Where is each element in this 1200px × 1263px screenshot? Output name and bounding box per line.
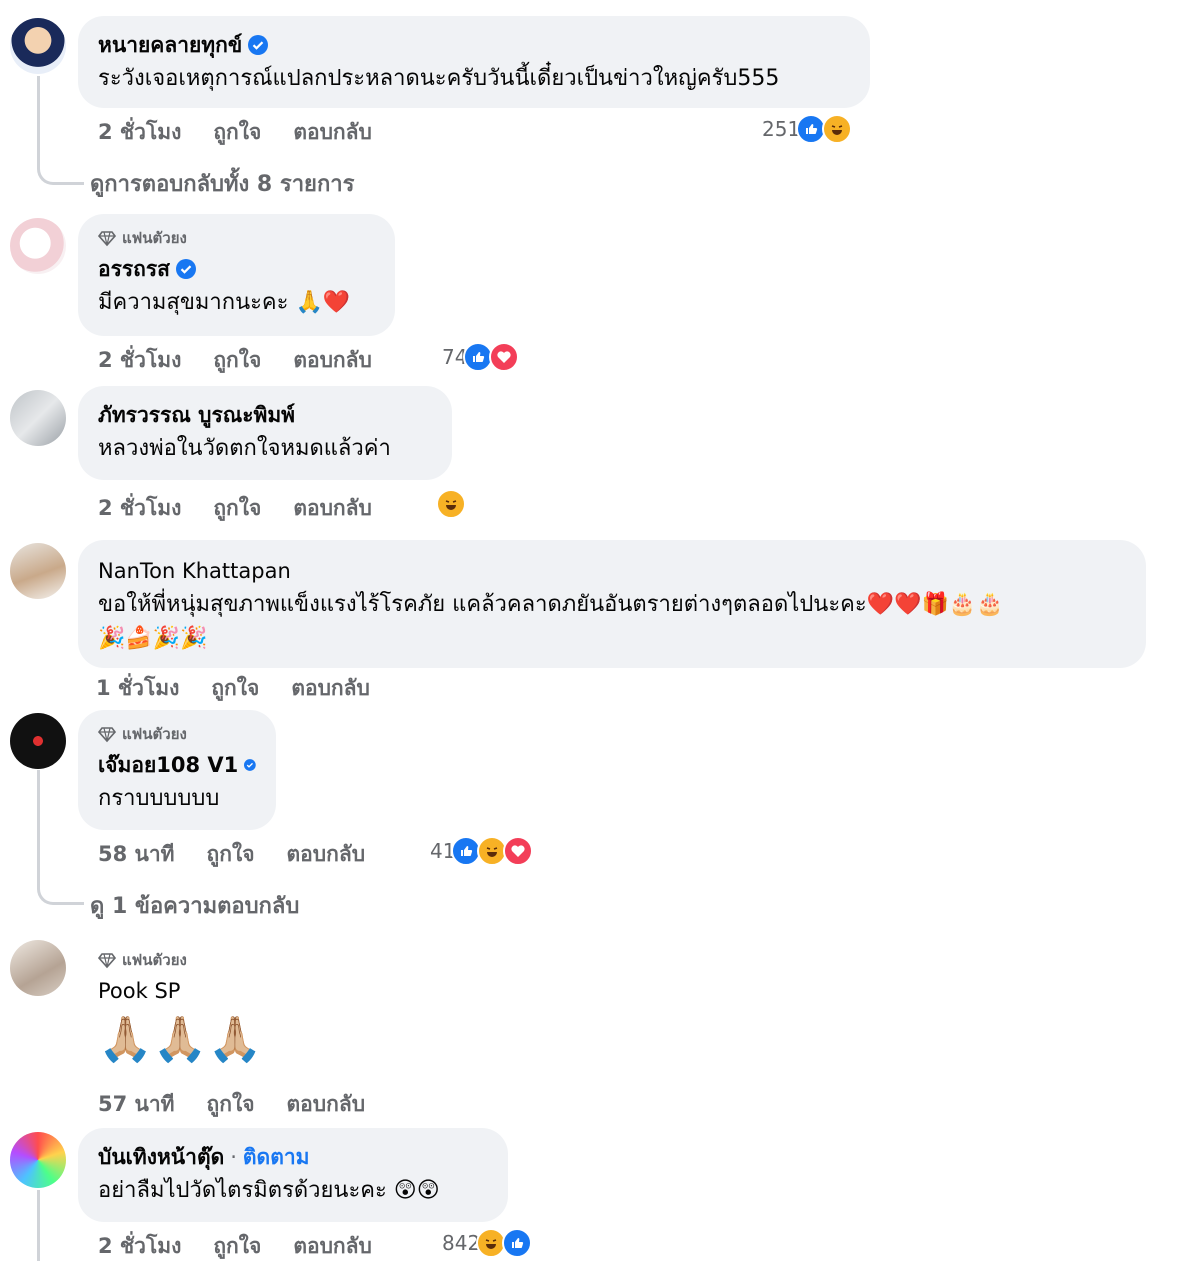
comment-actions: 2 ชั่วโมง ถูกใจ ตอบกลับ [98, 116, 372, 149]
like-button[interactable]: ถูกใจ [211, 672, 259, 705]
comment-time[interactable]: 57 นาที [98, 1088, 175, 1121]
avatar[interactable] [10, 18, 66, 74]
reply-button[interactable]: ตอบกลับ [287, 838, 366, 871]
comment-text: ระวังเจอเหตุการณ์แปลกประหลาดนะครับวันนี้… [98, 66, 780, 91]
diamond-icon [98, 953, 116, 969]
like-button[interactable]: ถูกใจ [213, 492, 261, 525]
haha-reaction-icon [436, 489, 466, 519]
reaction-summary[interactable]: 842 [442, 1228, 533, 1258]
avatar[interactable] [10, 390, 66, 446]
thread-line [37, 1190, 40, 1261]
reply-button[interactable]: ตอบกลับ [293, 344, 372, 377]
comment-author[interactable]: NanTon Khattapan [98, 554, 1126, 588]
comment-time[interactable]: 2 ชั่วโมง [98, 344, 181, 377]
comment-actions: 2 ชั่วโมง ถูกใจ ตอบกลับ [98, 344, 372, 377]
reply-button[interactable]: ตอบกลับ [293, 492, 372, 525]
comment-actions: 58 นาที ถูกใจ ตอบกลับ [98, 838, 365, 871]
view-replies-link[interactable]: ดู 1 ข้อความตอบกลับ [90, 888, 299, 923]
comment-text: 🙏🏼🙏🏼🙏🏼 [98, 1014, 263, 1065]
comment-time[interactable]: 2 ชั่วโมง [98, 116, 181, 149]
like-reaction-icon [502, 1228, 533, 1258]
comment-time[interactable]: 2 ชั่วโมง [98, 1230, 181, 1263]
comment-bubble: หนายคลายทุกข์ ระวังเจอเหตุการณ์แปลกประหล… [78, 16, 870, 108]
comment-bubble: NanTon Khattapan ขอให้พี่หนุ่มสุขภาพแข็ง… [78, 540, 1146, 668]
reaction-summary[interactable]: 251 [762, 114, 853, 144]
comment-author[interactable]: Pook SP [98, 974, 278, 1008]
separator-dot: · [230, 1145, 237, 1169]
diamond-icon [98, 231, 116, 247]
comment-author[interactable]: อรรถรส [98, 252, 375, 286]
comment-actions: 2 ชั่วโมง ถูกใจ ตอบกลับ [98, 1230, 372, 1263]
comment-time[interactable]: 58 นาที [98, 838, 175, 871]
comment-bubble: ภัทรวรรณ บูรณะพิมพ์ หลวงพ่อในวัดตกใจหมดแ… [78, 386, 452, 480]
fan-badge: แฟนตัวยง [98, 946, 278, 974]
reply-button[interactable]: ตอบกลับ [293, 1230, 372, 1263]
reply-button[interactable]: ตอบกลับ [291, 672, 370, 705]
comment-text: ขอให้พี่หนุ่มสุขภาพแข็งแรงไร้โรคภัย แคล้… [98, 592, 1004, 617]
comment-time[interactable]: 1 ชั่วโมง [96, 672, 179, 705]
author-name[interactable]: หนายคลายทุกข์ [98, 28, 242, 62]
haha-reaction-icon [822, 114, 853, 144]
reaction-summary[interactable]: 41 [430, 836, 534, 866]
follow-button[interactable]: ติดตาม [243, 1140, 310, 1174]
reaction-summary[interactable] [436, 489, 466, 519]
fan-badge-label: แฟนตัวยง [122, 229, 187, 247]
verified-icon [244, 759, 256, 771]
comment-text: กราบบบบบบ [98, 786, 220, 811]
love-reaction-icon [503, 836, 534, 866]
comment-time[interactable]: 2 ชั่วโมง [98, 492, 181, 525]
comment-bubble: แฟนตัวยง อรรถรส มีความสุขมากนะคะ 🙏❤️ [78, 214, 395, 336]
fan-badge-label: แฟนตัวยง [122, 951, 187, 969]
reaction-count: 251 [762, 117, 801, 141]
fan-badge: แฟนตัวยง [98, 720, 256, 748]
author-name[interactable]: ภัทรวรรณ บูรณะพิมพ์ [98, 398, 295, 432]
comment-actions: 2 ชั่วโมง ถูกใจ ตอบกลับ [98, 492, 372, 525]
comment-bubble: แฟนตัวยง เจ๊มอย108 V1 กราบบบบบบ [78, 710, 276, 830]
comment-actions: 57 นาที ถูกใจ ตอบกลับ [98, 1088, 365, 1121]
like-button[interactable]: ถูกใจ [213, 1230, 261, 1263]
comment-author[interactable]: บันเทิงหน้าตุ๊ด · ติดตาม [98, 1140, 488, 1174]
author-name[interactable]: NanTon Khattapan [98, 554, 291, 588]
like-button[interactable]: ถูกใจ [213, 116, 261, 149]
fan-badge-label: แฟนตัวยง [122, 725, 187, 743]
reaction-count: 842 [442, 1231, 481, 1255]
avatar[interactable] [10, 543, 66, 599]
author-name[interactable]: บันเทิงหน้าตุ๊ด [98, 1140, 224, 1174]
comment-bubble: บันเทิงหน้าตุ๊ด · ติดตาม อย่าลืมไปวัดไตร… [78, 1128, 508, 1222]
comment-author[interactable]: ภัทรวรรณ บูรณะพิมพ์ [98, 398, 432, 432]
author-name[interactable]: Pook SP [98, 974, 180, 1008]
reply-button[interactable]: ตอบกลับ [293, 116, 372, 149]
diamond-icon [98, 727, 116, 743]
avatar[interactable] [10, 1132, 66, 1188]
comment-text-line2: 🎉🍰🎉🎉 [98, 626, 208, 651]
avatar[interactable] [10, 713, 66, 769]
verified-icon [248, 35, 269, 55]
reply-button[interactable]: ตอบกลับ [287, 1088, 366, 1121]
avatar[interactable] [10, 940, 66, 996]
comment-actions: 1 ชั่วโมง ถูกใจ ตอบกลับ [96, 672, 370, 705]
avatar[interactable] [10, 218, 66, 274]
comment-text: มีความสุขมากนะคะ 🙏❤️ [98, 290, 351, 315]
comment-author[interactable]: เจ๊มอย108 V1 [98, 748, 256, 782]
comment-text: อย่าลืมไปวัดไตรมิตรด้วยนะคะ 😲😲 [98, 1178, 440, 1203]
thread-line [37, 770, 84, 905]
reaction-summary[interactable]: 74 [442, 342, 520, 372]
love-reaction-icon [489, 342, 520, 372]
thread-line [37, 76, 84, 185]
view-replies-link[interactable]: ดูการตอบกลับทั้ง 8 รายการ [90, 166, 354, 201]
comment-author[interactable]: หนายคลายทุกข์ [98, 28, 850, 62]
author-name[interactable]: อรรถรส [98, 252, 170, 286]
fan-badge: แฟนตัวยง [98, 224, 375, 252]
comment-text: หลวงพ่อในวัดตกใจหมดแล้วค่า [98, 436, 391, 461]
author-name[interactable]: เจ๊มอย108 V1 [98, 748, 238, 782]
verified-icon [175, 259, 196, 279]
like-button[interactable]: ถูกใจ [207, 1088, 255, 1121]
like-button[interactable]: ถูกใจ [207, 838, 255, 871]
like-button[interactable]: ถูกใจ [213, 344, 261, 377]
comment-bubble: แฟนตัวยง Pook SP 🙏🏼🙏🏼🙏🏼 [78, 936, 298, 1084]
